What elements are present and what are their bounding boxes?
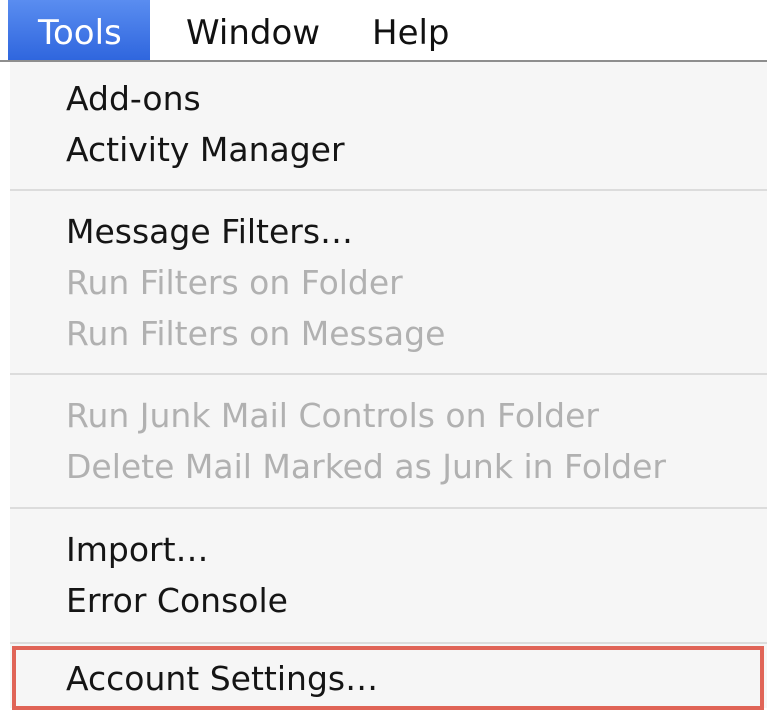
menu-bar: Tools Window Help [0,0,767,62]
menu-help[interactable]: Help [342,0,478,60]
menu-item-run-junk-mail-controls: Run Junk Mail Controls on Folder [66,396,599,435]
menu-item-run-filters-on-message: Run Filters on Message [66,314,446,353]
menu-item-run-filters-on-folder: Run Filters on Folder [66,263,403,302]
menu-item-error-console[interactable]: Error Console [10,576,760,626]
menu-item-activity-manager[interactable]: Activity Manager [10,125,760,175]
account-settings-row: Account Settings… [10,646,767,710]
menu-item-delete-junk-mail: Delete Mail Marked as Junk in Folder [66,447,666,486]
menu-item-message-filters[interactable]: Message Filters… [10,207,760,257]
menu-item-import[interactable]: Import… [10,525,760,575]
menu-item-account-settings[interactable]: Account Settings… [10,654,760,704]
menu-separator [10,373,767,375]
menu-separator [10,189,767,191]
menu-item-add-ons[interactable]: Add-ons [10,74,760,124]
menu-separator [10,642,767,644]
menu-window[interactable]: Window [156,0,348,60]
menu-tools[interactable]: Tools [8,0,150,60]
tools-dropdown-menu: Add-ons Activity Manager Message Filters… [10,62,767,710]
menu-separator [10,507,767,509]
